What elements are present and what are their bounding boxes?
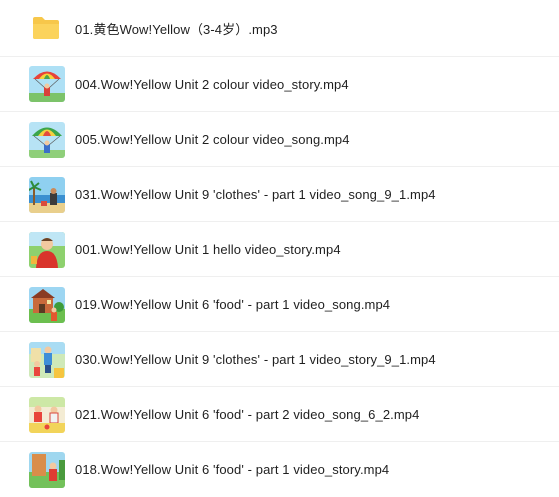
file-row-video[interactable]: 021.Wow!Yellow Unit 6 'food' - part 2 vi… <box>0 387 559 442</box>
file-name: 019.Wow!Yellow Unit 6 'food' - part 1 vi… <box>75 297 391 312</box>
video-thumbnail-parachute-icon <box>29 66 65 102</box>
folder-icon <box>32 16 60 40</box>
file-row-video[interactable]: 018.Wow!Yellow Unit 6 'food' - part 1 vi… <box>0 442 559 497</box>
file-name: 031.Wow!Yellow Unit 9 'clothes' - part 1… <box>75 187 436 202</box>
file-row-video[interactable]: 031.Wow!Yellow Unit 9 'clothes' - part 1… <box>0 167 559 222</box>
video-thumbnail-kids-icon <box>29 342 65 378</box>
video-thumbnail-house-icon <box>29 287 65 323</box>
file-row-video[interactable]: 019.Wow!Yellow Unit 6 'food' - part 1 vi… <box>0 277 559 332</box>
file-name: 005.Wow!Yellow Unit 2 colour video_song.… <box>75 132 350 147</box>
file-row-video[interactable]: 001.Wow!Yellow Unit 1 hello video_story.… <box>0 222 559 277</box>
file-list: 01.黄色Wow!Yellow（3-4岁）.mp3 004.Wow!Yellow… <box>0 0 559 488</box>
file-row-video[interactable]: 005.Wow!Yellow Unit 2 colour video_song.… <box>0 112 559 167</box>
file-name: 004.Wow!Yellow Unit 2 colour video_story… <box>75 77 349 92</box>
file-name: 030.Wow!Yellow Unit 9 'clothes' - part 1… <box>75 352 436 367</box>
video-thumbnail-parachute-icon <box>29 122 65 158</box>
video-thumbnail-presenter-icon <box>29 232 65 268</box>
file-name: 021.Wow!Yellow Unit 6 'food' - part 2 vi… <box>75 407 420 422</box>
video-thumbnail-kids-icon <box>29 397 65 433</box>
file-name: 018.Wow!Yellow Unit 6 'food' - part 1 vi… <box>75 462 390 477</box>
file-name: 001.Wow!Yellow Unit 1 hello video_story.… <box>75 242 341 257</box>
video-thumbnail-beach-icon <box>29 177 65 213</box>
file-name: 01.黄色Wow!Yellow（3-4岁）.mp3 <box>75 22 278 37</box>
file-row-folder[interactable]: 01.黄色Wow!Yellow（3-4岁）.mp3 <box>0 2 559 57</box>
file-row-video[interactable]: 030.Wow!Yellow Unit 9 'clothes' - part 1… <box>0 332 559 387</box>
file-row-video[interactable]: 004.Wow!Yellow Unit 2 colour video_story… <box>0 57 559 112</box>
